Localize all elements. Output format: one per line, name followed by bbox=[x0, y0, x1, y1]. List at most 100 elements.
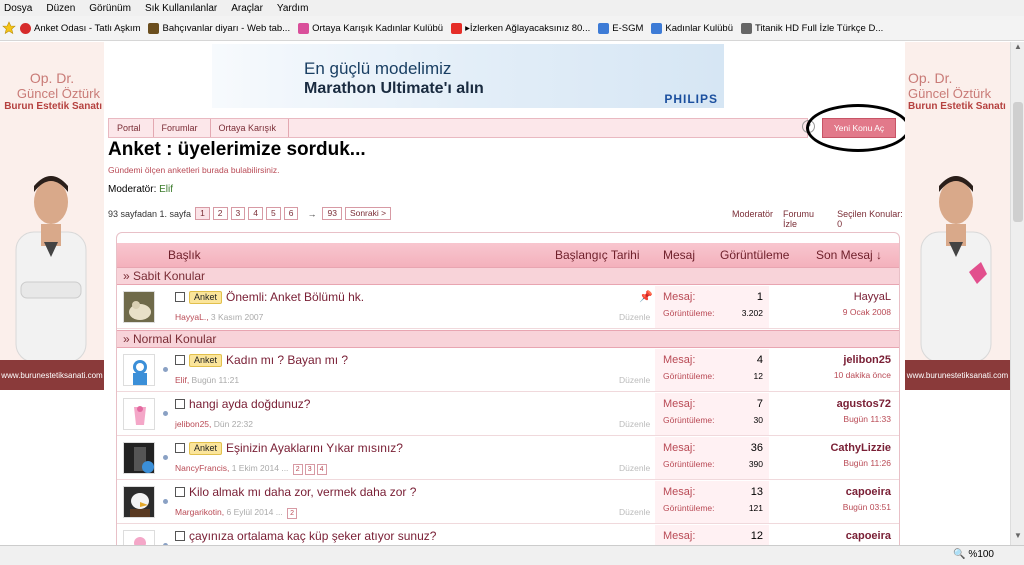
menu-help[interactable]: Yardım bbox=[277, 3, 309, 14]
edit-link[interactable]: Düzenle bbox=[619, 419, 650, 429]
table-row[interactable]: Anket Eşinizin Ayaklarını Yıkar mısınız?… bbox=[117, 437, 899, 480]
scroll-thumb[interactable] bbox=[1013, 102, 1023, 222]
table-row[interactable]: Anket Önemli: Anket Bölümü hk. HayyaL., … bbox=[117, 286, 899, 329]
menu-edit[interactable]: Düzen bbox=[46, 3, 75, 14]
favorite-link[interactable]: ▸İzlerken Ağlayacaksınız 80... bbox=[451, 22, 590, 34]
page-6[interactable]: 6 bbox=[283, 207, 299, 220]
favorite-link[interactable]: Kadınlar Kulübü bbox=[651, 22, 733, 34]
table-row[interactable]: Kilo almak mı daha zor, vermek daha zor … bbox=[117, 481, 899, 524]
post-count: 1 bbox=[756, 291, 763, 303]
avatar[interactable] bbox=[123, 442, 155, 474]
page-last[interactable]: 93 bbox=[322, 207, 342, 220]
col-last-post[interactable]: Son Mesaj ↓ bbox=[816, 248, 882, 262]
doctor-image bbox=[920, 176, 992, 362]
help-icon[interactable]: ? bbox=[802, 120, 815, 133]
last-poster[interactable]: capoeira bbox=[846, 530, 891, 542]
topic-checkbox[interactable] bbox=[175, 487, 185, 497]
watch-forum-link[interactable]: Forumu İzle bbox=[783, 209, 827, 229]
page-2[interactable]: 2 bbox=[212, 207, 228, 220]
topic-title-link[interactable]: Kilo almak mı daha zor, vermek daha zor … bbox=[189, 485, 416, 499]
page-5[interactable]: 5 bbox=[266, 207, 281, 220]
last-poster[interactable]: capoeira bbox=[843, 486, 891, 498]
new-topic-button[interactable]: Yeni Konu Aç bbox=[822, 118, 896, 138]
table-row[interactable]: çayınıza ortalama kaç küp şeker atıyor s… bbox=[117, 525, 899, 545]
topic-page-link[interactable]: 3 bbox=[304, 464, 315, 475]
page-4[interactable]: 4 bbox=[248, 207, 263, 220]
menu-favorites[interactable]: Sık Kullanılanlar bbox=[145, 3, 217, 14]
favorite-link[interactable]: E-SGM bbox=[598, 22, 643, 34]
topic-author[interactable]: jelibon25 bbox=[175, 419, 209, 429]
topic-title-link[interactable]: çayınıza ortalama kaç küp şeker atıyor s… bbox=[189, 529, 436, 543]
favorite-link[interactable]: Bahçıvanlar diyarı - Web tab... bbox=[148, 22, 290, 34]
topic-stats: Mesaj: 7 Görüntüleme: 30 bbox=[655, 393, 769, 435]
scroll-down-icon[interactable]: ▼ bbox=[1011, 531, 1024, 545]
selected-topics-link[interactable]: Seçilen Konular: 0 bbox=[837, 209, 905, 229]
topic-page-link[interactable]: 4 bbox=[316, 464, 327, 475]
poll-tag: Anket bbox=[189, 353, 223, 367]
topic-author[interactable]: HayyaL. bbox=[175, 312, 206, 322]
favorites-star-icon[interactable] bbox=[2, 21, 16, 35]
zoom-level[interactable]: 🔍 %100 bbox=[953, 549, 994, 560]
crumb-forums[interactable]: Forumlar bbox=[154, 119, 211, 137]
favorite-link[interactable]: Ortaya Karışık Kadınlar Kulübü bbox=[298, 22, 443, 34]
philips-banner[interactable]: En güçlü modelimiz Marathon Ultimate'ı a… bbox=[212, 44, 724, 108]
menu-file[interactable]: Dosya bbox=[4, 3, 32, 14]
avatar[interactable] bbox=[123, 398, 155, 430]
status-dot-icon bbox=[163, 367, 168, 372]
topic-stats: Mesaj: 13 Görüntüleme: 121 bbox=[655, 481, 769, 523]
last-poster[interactable]: jelibon25 bbox=[834, 354, 891, 366]
scroll-up-icon[interactable]: ▲ bbox=[1011, 42, 1024, 56]
col-posts[interactable]: Mesaj bbox=[663, 248, 695, 262]
topic-title-link[interactable]: hangi ayda doğdunuz? bbox=[189, 397, 310, 411]
crumb-ortaya-karisik[interactable]: Ortaya Karışık bbox=[211, 119, 290, 137]
col-title[interactable]: Başlık bbox=[168, 248, 201, 262]
table-row[interactable]: hangi ayda doğdunuz? jelibon25, Dün 22:3… bbox=[117, 393, 899, 436]
col-views[interactable]: Görüntüleme bbox=[720, 248, 789, 262]
moderator-link[interactable]: Elif bbox=[159, 184, 173, 195]
topic-author[interactable]: NancyFrancis bbox=[175, 463, 227, 473]
topic-page-link[interactable]: 2 bbox=[287, 508, 298, 519]
ad-name: Güncel Öztürk bbox=[908, 86, 992, 101]
edit-link[interactable]: Düzenle bbox=[619, 463, 650, 473]
topic-checkbox[interactable] bbox=[175, 399, 185, 409]
avatar[interactable] bbox=[123, 486, 155, 518]
moderator-tools-link[interactable]: Moderatör bbox=[732, 209, 773, 229]
topic-author[interactable]: Elif bbox=[175, 375, 187, 385]
col-start-date[interactable]: Başlangıç Tarihi bbox=[555, 248, 640, 262]
edit-link[interactable]: Düzenle bbox=[619, 507, 650, 517]
avatar[interactable] bbox=[123, 354, 155, 386]
avatar[interactable] bbox=[123, 530, 155, 545]
edit-link[interactable]: Düzenle bbox=[619, 375, 650, 385]
last-poster[interactable]: CathyLizzie bbox=[830, 442, 891, 454]
topic-checkbox[interactable] bbox=[175, 292, 185, 302]
topic-page-link[interactable]: 2 bbox=[292, 464, 303, 475]
avatar[interactable] bbox=[123, 291, 155, 323]
topic-checkbox[interactable] bbox=[175, 531, 185, 541]
favorite-link[interactable]: Anket Odası - Tatlı Aşkım bbox=[20, 22, 140, 34]
view-count: 3.202 bbox=[741, 308, 763, 318]
last-poster[interactable]: agustos72 bbox=[837, 398, 891, 410]
page-scrollbar[interactable]: ▲ ▼ bbox=[1010, 42, 1024, 545]
breadcrumb: Portal Forumlar Ortaya Karışık bbox=[108, 118, 808, 138]
side-ad-left[interactable]: Op. Dr. Güncel Öztürk Burun Estetik Sana… bbox=[0, 42, 104, 390]
favorite-link[interactable]: Titanik HD Full İzle Türkçe D... bbox=[740, 22, 883, 34]
menu-tools[interactable]: Araçlar bbox=[231, 3, 263, 14]
page-icon bbox=[740, 22, 752, 34]
side-ad-right[interactable]: Op. Dr. Güncel Öztürk Burun Estetik Sana… bbox=[905, 42, 1010, 390]
topic-author[interactable]: Margarikotin bbox=[175, 507, 222, 517]
topic-title-link[interactable]: Önemli: Anket Bölümü hk. bbox=[226, 290, 364, 304]
table-row[interactable]: Anket Kadın mı ? Bayan mı ? Elif, Bugün … bbox=[117, 349, 899, 392]
topic-title-link[interactable]: Eşinizin Ayaklarını Yıkar mısınız? bbox=[226, 441, 403, 455]
edit-link[interactable]: Düzenle bbox=[619, 312, 650, 322]
next-page-button[interactable]: Sonraki > bbox=[344, 207, 392, 220]
topic-checkbox[interactable] bbox=[175, 443, 185, 453]
last-post: jelibon25 10 dakika önce bbox=[834, 354, 891, 380]
view-count: 390 bbox=[748, 459, 763, 469]
topic-title-link[interactable]: Kadın mı ? Bayan mı ? bbox=[226, 353, 348, 367]
crumb-portal[interactable]: Portal bbox=[109, 119, 154, 137]
page-3[interactable]: 3 bbox=[230, 207, 246, 220]
topic-checkbox[interactable] bbox=[175, 355, 185, 365]
page-1[interactable]: 1 bbox=[195, 207, 210, 220]
menu-view[interactable]: Görünüm bbox=[89, 3, 131, 14]
last-poster[interactable]: HayyaL bbox=[843, 291, 891, 303]
